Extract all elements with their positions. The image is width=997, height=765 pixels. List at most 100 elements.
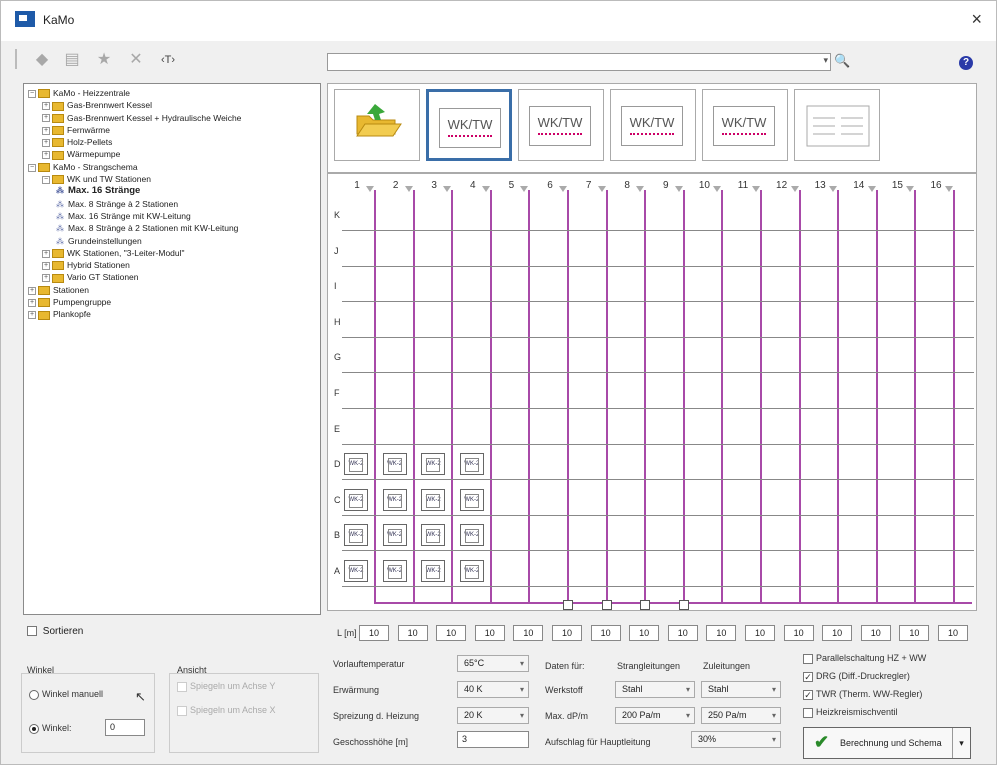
tree-item[interactable]: − WK und TW Stationen <box>24 173 320 185</box>
list-icon[interactable]: ▤ <box>61 49 83 71</box>
station-wk2[interactable]: WK-2 <box>344 453 368 476</box>
station-wk2[interactable]: WK-2 <box>459 488 484 511</box>
calculate-dropdown-icon[interactable]: ▾ <box>952 728 970 758</box>
component-tree[interactable]: − KaMo - Heizzentrale + Gas-Brennwert Kesse… <box>23 83 321 615</box>
erwaermung-select[interactable]: 40 K ▾ <box>457 681 529 698</box>
search-input[interactable] <box>328 54 808 70</box>
station-wk2[interactable]: WK-2 <box>421 453 446 476</box>
tree-item[interactable]: ⁂ Max. 8 Stränge à 2 Stationen <box>24 198 320 210</box>
tree-item[interactable]: ⁂ Max. 16 Stränge mit KW-Leitung <box>24 210 320 222</box>
spiegeln-y-box[interactable] <box>177 681 187 692</box>
length-input[interactable]: 10 <box>860 625 891 641</box>
werkstoff-strang-select[interactable]: Stahl ▾ <box>615 681 695 698</box>
spiegeln-x-box[interactable] <box>177 705 187 716</box>
station-wk2[interactable]: WK-2 <box>382 453 407 476</box>
expand-icon[interactable]: + <box>42 138 50 147</box>
tree-item[interactable]: + Fernwärme <box>24 124 320 136</box>
parallelschaltung-box[interactable] <box>803 653 813 664</box>
collapse-icon[interactable]: − <box>42 175 50 184</box>
delete-icon[interactable]: ✕ <box>125 49 147 71</box>
expand-icon[interactable]: + <box>28 286 36 295</box>
expand-icon[interactable]: + <box>42 126 50 135</box>
station-wk2[interactable]: WK-2 <box>382 488 407 511</box>
aufschlag-select[interactable]: 30% ▾ <box>691 731 781 748</box>
expand-icon[interactable]: + <box>42 261 50 270</box>
tree-item[interactable]: ⁂ Grundeinstellungen <box>24 235 320 247</box>
spiegeln-y-checkbox[interactable]: Spiegeln um Achse Y <box>177 681 275 692</box>
tree-item[interactable]: + Stationen <box>24 284 320 296</box>
connection-checkbox[interactable] <box>601 600 612 610</box>
length-input[interactable]: 10 <box>629 625 660 641</box>
sort-checkbox[interactable]: Sortieren <box>27 626 83 637</box>
tree-item[interactable]: − KaMo - Heizzentrale <box>24 87 320 99</box>
winkel-radio-dot[interactable] <box>29 723 39 734</box>
template-thumb-3[interactable]: WK/TW <box>610 89 696 161</box>
drg-box[interactable]: ✓ <box>803 671 813 682</box>
tree-item[interactable]: + Pumpengruppe <box>24 296 320 308</box>
heizkreis-checkbox[interactable]: Heizkreismischventil <box>803 707 898 718</box>
template-thumb-1[interactable]: WK/TW <box>426 89 512 161</box>
connection-checkbox[interactable] <box>678 600 689 610</box>
station-wk2[interactable]: WK-2 <box>459 524 484 547</box>
length-input[interactable]: 10 <box>899 625 930 641</box>
werkstoff-zuleitung-select[interactable]: Stahl ▾ <box>701 681 781 698</box>
station-wk2[interactable]: WK-2 <box>459 560 484 582</box>
collapse-icon[interactable]: − <box>28 163 36 172</box>
collapse-icon[interactable]: − <box>28 89 36 98</box>
station-wk2[interactable]: WK-2 <box>421 524 446 547</box>
winkel-angle-input[interactable]: 0 <box>105 719 145 736</box>
dp-zuleitung-select[interactable]: 250 Pa/m ▾ <box>701 707 781 724</box>
sort-checkbox-box[interactable] <box>27 626 37 637</box>
expand-icon[interactable]: + <box>28 298 36 307</box>
length-input[interactable]: 10 <box>474 625 505 641</box>
length-input[interactable]: 10 <box>783 625 814 641</box>
station-wk2[interactable]: WK-2 <box>344 488 368 511</box>
close-icon[interactable]: × <box>971 9 982 30</box>
tree-item[interactable]: − KaMo - Strangschema <box>24 161 320 173</box>
expand-icon[interactable]: + <box>42 114 50 123</box>
geschoss-input[interactable]: 3 <box>457 731 529 748</box>
length-input[interactable]: 10 <box>745 625 775 641</box>
vorlauf-select[interactable]: 65°C ▾ <box>457 655 529 672</box>
drg-checkbox[interactable]: ✓ DRG (Diff.-Druckregler) <box>803 671 910 682</box>
winkel-manual-radio-dot[interactable] <box>29 689 39 700</box>
length-input[interactable]: 10 <box>706 625 737 641</box>
template-thumb-4[interactable]: WK/TW <box>702 89 788 161</box>
tree-item[interactable]: + Hybrid Stationen <box>24 259 320 271</box>
twr-box[interactable]: ✓ <box>803 689 813 700</box>
dp-strang-select[interactable]: 200 Pa/m ▾ <box>615 707 695 724</box>
station-wk2[interactable]: WK-2 <box>421 488 446 511</box>
station-wk2[interactable]: WK-2 <box>382 560 407 582</box>
length-input[interactable]: 10 <box>397 625 428 641</box>
twr-checkbox[interactable]: ✓ TWR (Therm. WW-Regler) <box>803 689 922 700</box>
parallelschaltung-checkbox[interactable]: Parallelschaltung HZ + WW <box>803 653 926 664</box>
expand-icon[interactable]: + <box>42 102 50 111</box>
spreizung-select[interactable]: 20 K ▾ <box>457 707 529 724</box>
station-wk2[interactable]: WK-2 <box>344 524 368 547</box>
expand-icon[interactable]: + <box>42 274 50 283</box>
search-icon[interactable]: 🔍 <box>834 53 850 69</box>
star-icon[interactable]: ★ <box>93 49 115 71</box>
calculate-button[interactable]: ✔ Berechnung und Schema ▾ <box>803 727 971 759</box>
expand-icon[interactable]: + <box>42 151 50 160</box>
length-input[interactable]: 10 <box>359 625 389 641</box>
length-input[interactable]: 10 <box>513 625 544 641</box>
chevron-down-icon[interactable]: ▾ <box>823 55 828 66</box>
tree-item[interactable]: + Vario GT Stationen <box>24 271 320 283</box>
winkel-manual-radio[interactable]: Winkel manuell <box>29 689 103 700</box>
template-thumb-list[interactable] <box>794 89 880 161</box>
station-wk2[interactable]: WK-2 <box>344 560 368 582</box>
plus-icon[interactable]: ◆ <box>31 49 53 71</box>
tree-item[interactable]: ⁂ Max. 8 Stränge à 2 Stationen mit KW-Lei… <box>24 222 320 234</box>
length-input[interactable]: 10 <box>436 625 467 641</box>
open-folder-thumb[interactable] <box>334 89 420 161</box>
tree-item[interactable]: ⁂ Max. 16 Stränge <box>24 185 320 197</box>
spiegeln-x-checkbox[interactable]: Spiegeln um Achse X <box>177 705 276 716</box>
expand-icon[interactable]: + <box>42 249 50 258</box>
length-input[interactable]: 10 <box>938 625 968 641</box>
length-input[interactable]: 10 <box>552 625 582 641</box>
help-icon[interactable]: ? <box>959 56 973 70</box>
station-wk2[interactable]: WK-2 <box>382 524 407 547</box>
tree-item[interactable]: + Wärmepumpe <box>24 148 320 160</box>
connection-checkbox[interactable] <box>640 600 651 610</box>
